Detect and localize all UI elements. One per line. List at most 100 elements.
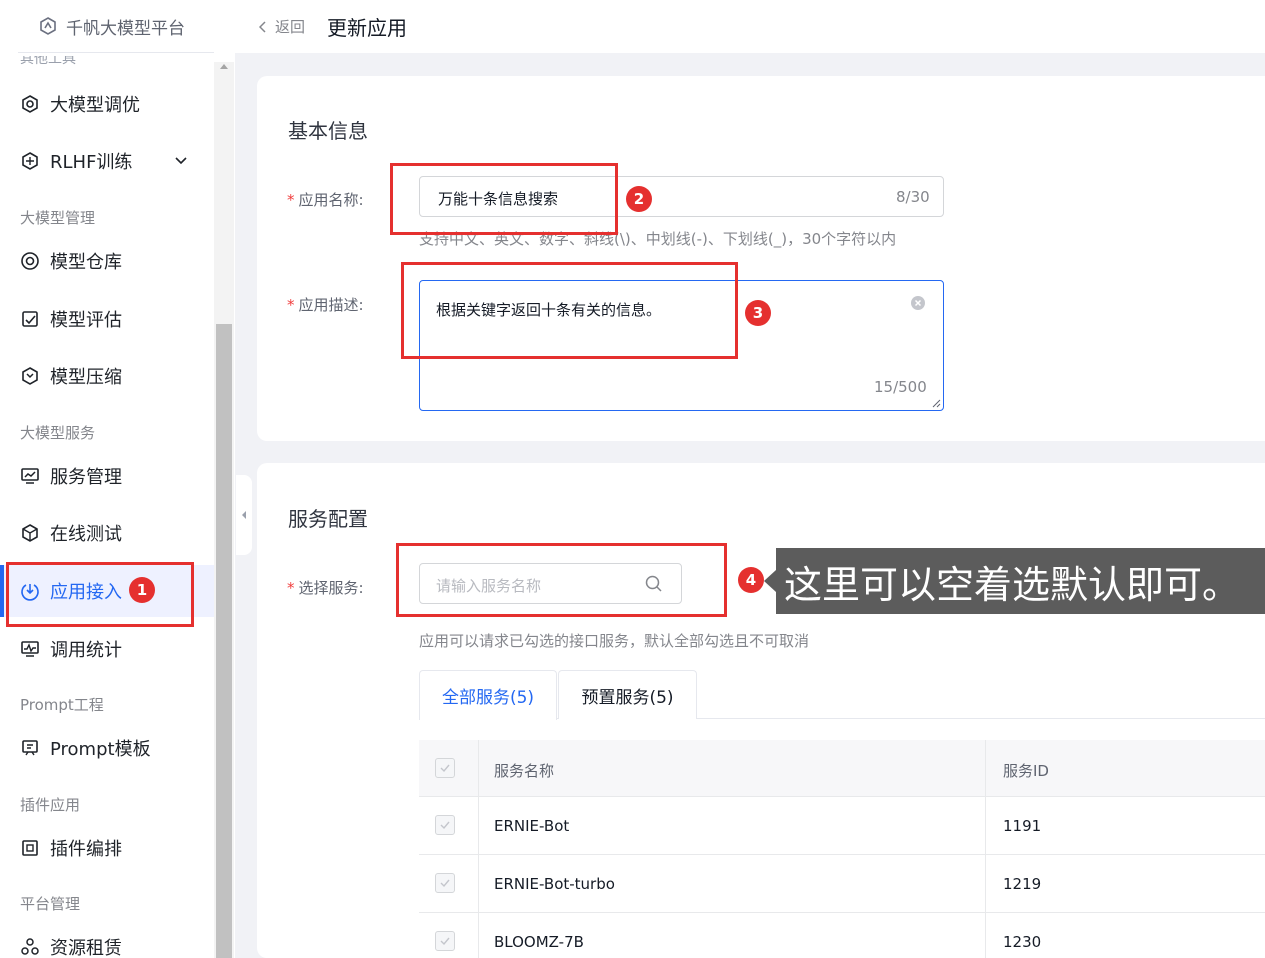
- header-service-id: 服务ID: [1003, 762, 1049, 780]
- column-divider: [478, 740, 479, 958]
- service-id-cell: 1230: [1003, 933, 1042, 951]
- section-title-basic-info: 基本信息: [288, 119, 368, 143]
- check-icon: [440, 821, 450, 830]
- annotation-box-1: [6, 562, 194, 627]
- sidebar-collapse-toggle[interactable]: [236, 475, 252, 555]
- scroll-up-arrow-icon[interactable]: [220, 64, 228, 69]
- evaluate-icon: [22, 311, 38, 327]
- annotation-box-3: [401, 262, 738, 359]
- brand[interactable]: 千帆大模型平台: [18, 0, 214, 53]
- service-name-cell: BLOOMZ-7B: [494, 933, 584, 951]
- hexagon-logo-icon: [40, 17, 56, 35]
- annotation-box-2: [390, 163, 618, 235]
- annotation-box-4: [396, 543, 727, 617]
- group-label-platform: 平台管理: [20, 895, 81, 913]
- check-icon: [440, 937, 450, 946]
- sidebar-item-label: 资源租赁: [50, 938, 122, 958]
- table-row[interactable]: BLOOMZ-7B 1230: [419, 913, 1265, 958]
- cut-off-group-label: 其他工具: [20, 56, 76, 66]
- sidebar-item-label: Prompt模板: [50, 739, 151, 760]
- sidebar-item-rlhf[interactable]: RLHF训练: [0, 135, 214, 187]
- app-name-label: * 应用名称:: [287, 191, 364, 209]
- select-all-checkbox[interactable]: [435, 758, 455, 778]
- sidebar-item-model-tuning[interactable]: 大模型调优: [0, 78, 214, 130]
- app-name-counter: 8/30: [896, 188, 930, 206]
- resize-grip-icon[interactable]: [931, 398, 941, 408]
- sidebar-item-resource-rental[interactable]: 资源租赁: [0, 921, 214, 958]
- tab-all-services[interactable]: 全部服务(5): [419, 670, 557, 720]
- annotation-badge-2: 2: [626, 186, 652, 212]
- sidebar-item-service-management[interactable]: 服务管理: [0, 450, 214, 502]
- page-title: 更新应用: [327, 16, 408, 40]
- active-indicator: [0, 565, 4, 617]
- group-label-model-management: 大模型管理: [20, 209, 96, 227]
- plugin-icon: [22, 840, 38, 856]
- stats-icon: [21, 641, 39, 657]
- group-label-plugin: 插件应用: [20, 796, 81, 814]
- sidebar-item-label: 模型评估: [50, 310, 122, 331]
- header-service-name: 服务名称: [494, 762, 555, 780]
- sidebar-item-prompt-template[interactable]: Prompt模板: [0, 722, 214, 774]
- annotation-badge-1: 1: [129, 577, 155, 603]
- check-icon: [440, 879, 450, 888]
- row-checkbox[interactable]: [435, 873, 455, 893]
- scrollbar-thumb[interactable]: [216, 324, 232, 958]
- prompt-icon: [22, 740, 38, 756]
- required-asterisk: *: [287, 579, 295, 597]
- annotation-badge-3: 3: [745, 300, 771, 326]
- group-label-model-service: 大模型服务: [20, 424, 96, 442]
- app-desc-counter: 15/500: [874, 378, 927, 396]
- sidebar-item-call-statistics[interactable]: 调用统计: [0, 623, 214, 675]
- compress-icon: [22, 367, 38, 385]
- sidebar-item-model-compression[interactable]: 模型压缩: [0, 350, 214, 402]
- sidebar-item-model-repository[interactable]: 模型仓库: [0, 235, 214, 287]
- sidebar-item-plugin-orchestration[interactable]: 插件编排: [0, 822, 214, 874]
- annotation-note-pointer: [764, 570, 776, 592]
- group-label-prompt: Prompt工程: [20, 696, 104, 714]
- section-title-service-config: 服务配置: [288, 507, 368, 531]
- sidebar-scrollbar[interactable]: [214, 62, 234, 958]
- brand-name: 千帆大模型平台: [66, 18, 185, 39]
- service-id-cell: 1219: [1003, 875, 1042, 893]
- required-asterisk: *: [287, 191, 295, 209]
- row-checkbox[interactable]: [435, 815, 455, 835]
- annotation-badge-4: 4: [738, 567, 764, 593]
- column-divider: [985, 740, 986, 958]
- sidebar-item-label: 在线测试: [50, 524, 122, 545]
- chevron-down-icon[interactable]: [174, 154, 188, 168]
- page-header: 返回 更新应用: [235, 0, 1265, 53]
- tab-preset-services[interactable]: 预置服务(5): [558, 670, 697, 719]
- service-hint: 应用可以请求已勾选的接口服务，默认全部勾选且不可取消: [419, 632, 810, 650]
- repository-icon: [21, 252, 39, 270]
- app-desc-label: * 应用描述:: [287, 296, 364, 314]
- sidebar-item-label: RLHF训练: [50, 152, 133, 173]
- select-service-label: * 选择服务:: [287, 579, 364, 597]
- test-icon: [22, 524, 38, 542]
- resource-icon: [21, 938, 39, 955]
- service-id-cell: 1191: [1003, 817, 1042, 835]
- table-row[interactable]: ERNIE-Bot-turbo 1219: [419, 855, 1265, 913]
- sidebar-item-label: 模型仓库: [50, 252, 122, 273]
- annotation-note: 这里可以空着选默认即可。: [776, 548, 1265, 614]
- tuning-icon: [22, 95, 38, 113]
- sidebar-item-label: 插件编排: [50, 839, 122, 860]
- sidebar-item-label: 大模型调优: [50, 95, 140, 116]
- sidebar-item-label: 调用统计: [50, 640, 122, 661]
- sidebar-item-online-test[interactable]: 在线测试: [0, 507, 214, 559]
- chevron-left-icon: [242, 511, 246, 519]
- table-row[interactable]: ERNIE-Bot 1191: [419, 797, 1265, 855]
- row-checkbox[interactable]: [435, 931, 455, 951]
- required-asterisk: *: [287, 296, 295, 314]
- sidebar: 千帆大模型平台 其他工具 大模型调优 RLHF训练 大模型管理 模型仓库 模型评…: [0, 0, 235, 958]
- rlhf-icon: [22, 152, 38, 170]
- sidebar-item-label: 服务管理: [50, 467, 122, 488]
- back-button[interactable]: 返回: [259, 16, 305, 37]
- back-label: 返回: [275, 18, 306, 36]
- sidebar-item-model-evaluation[interactable]: 模型评估: [0, 293, 214, 345]
- service-name-cell: ERNIE-Bot-turbo: [494, 875, 615, 893]
- sidebar-item-label: 模型压缩: [50, 367, 122, 388]
- service-name-cell: ERNIE-Bot: [494, 817, 570, 835]
- chevron-left-icon: [259, 20, 266, 33]
- table-header-row: 服务名称 服务ID: [419, 740, 1265, 797]
- clear-icon[interactable]: [910, 295, 926, 311]
